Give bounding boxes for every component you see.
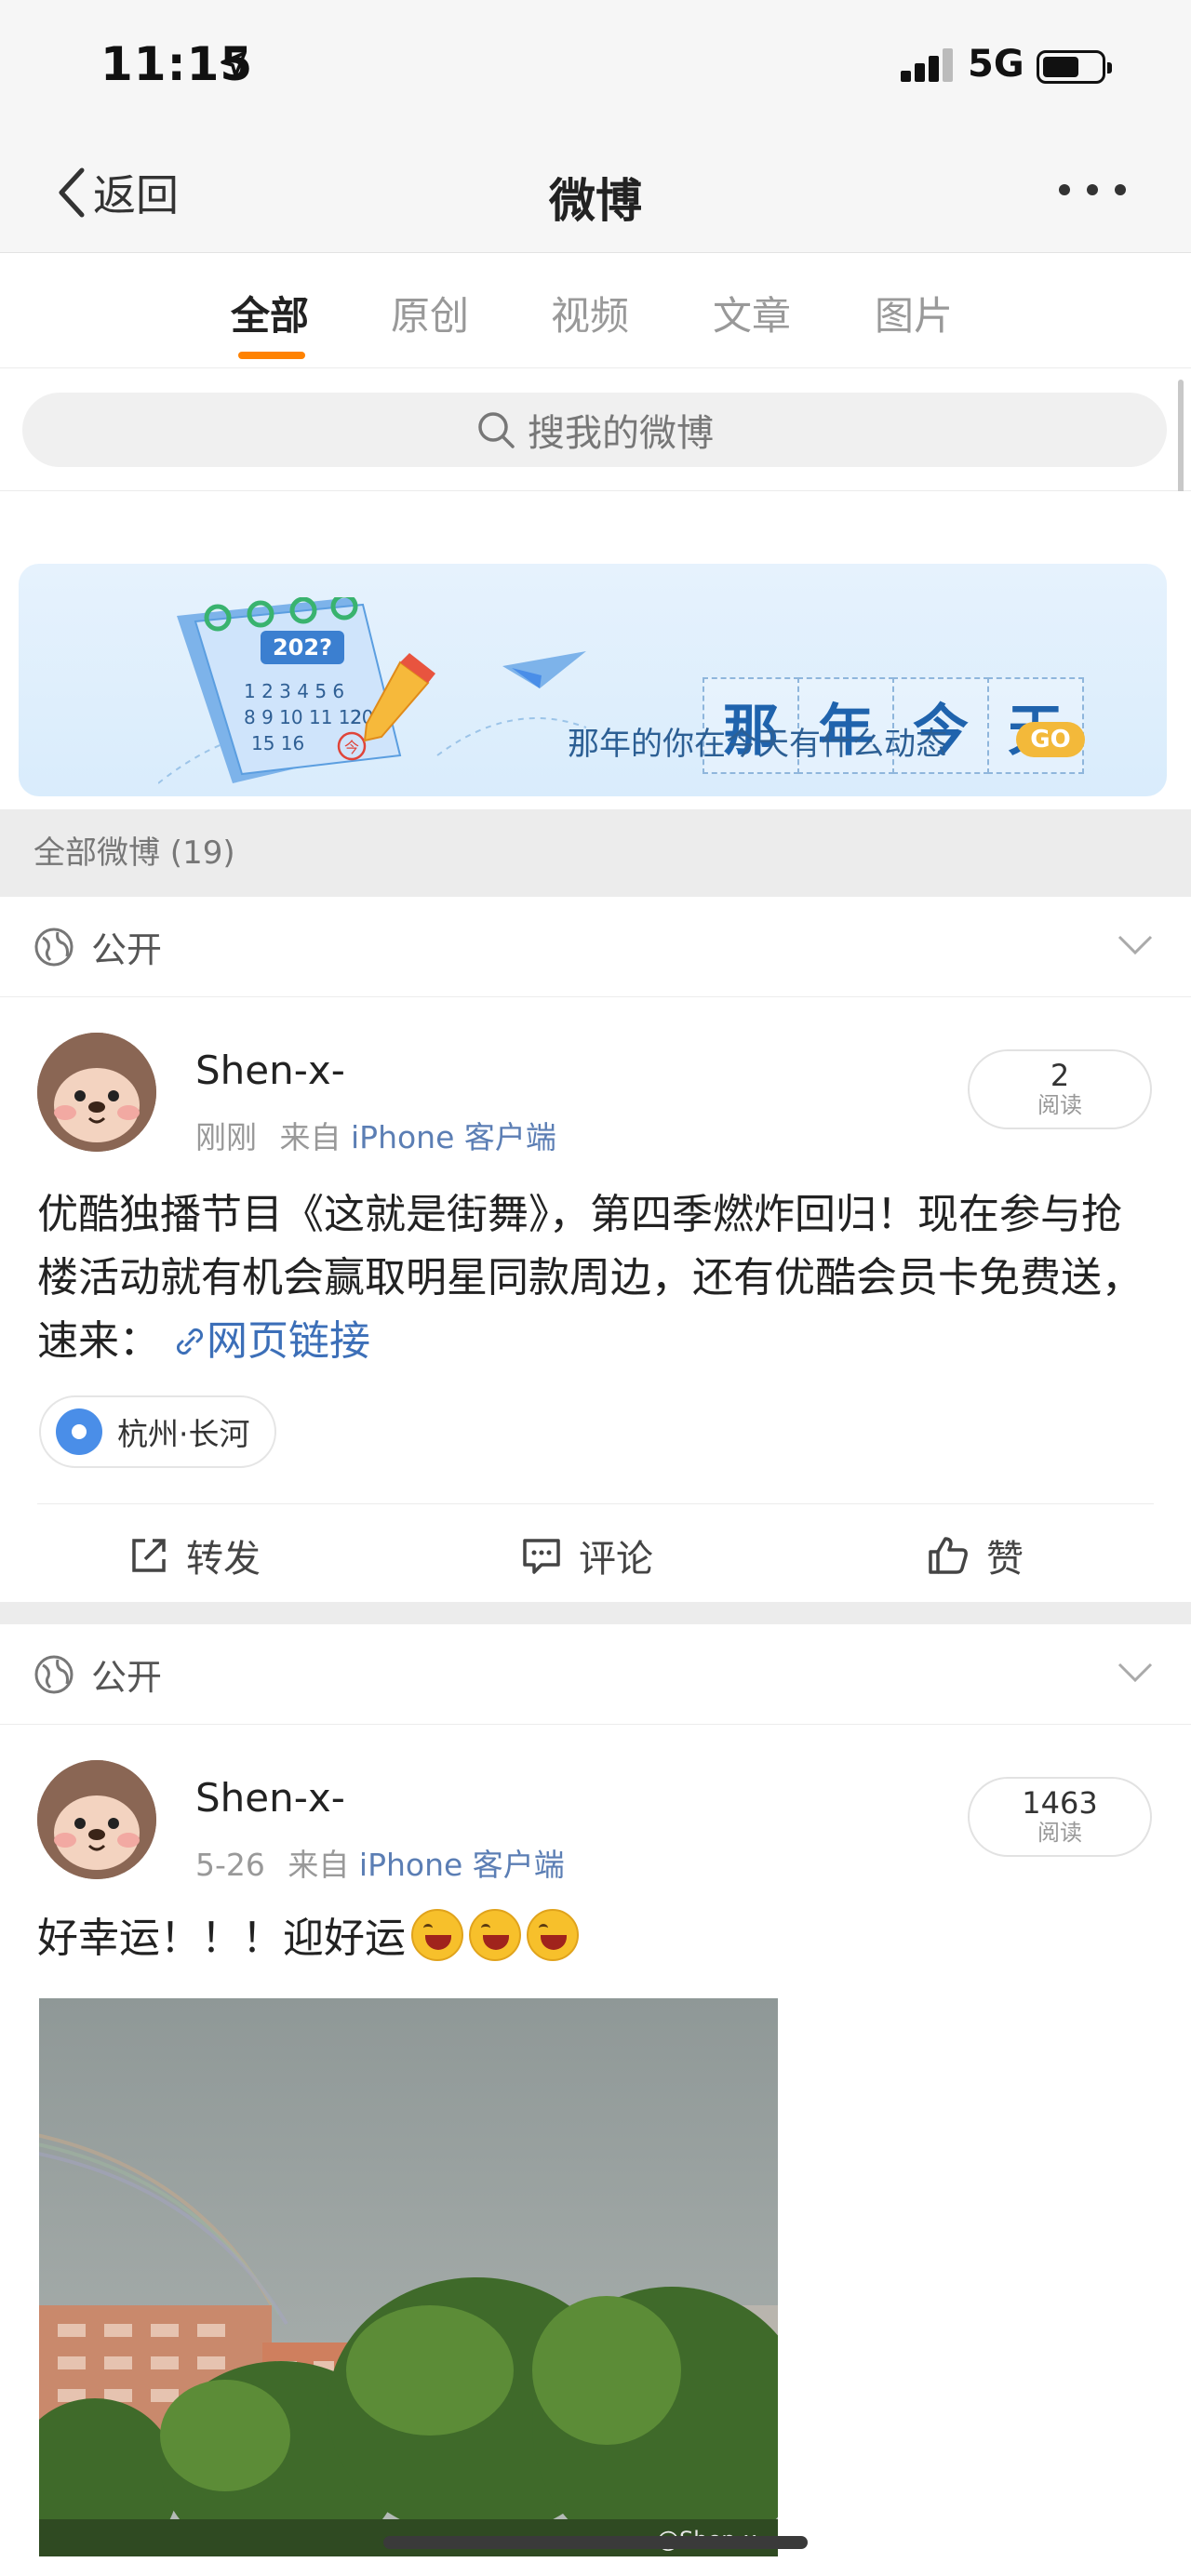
- go-button[interactable]: GO: [1016, 722, 1085, 757]
- location-arrow-icon: [221, 51, 247, 77]
- laughing-emoji-icon: [527, 1909, 579, 1961]
- location-tag[interactable]: 杭州·长河: [39, 1395, 276, 1468]
- read-label: 阅读: [1037, 1092, 1082, 1118]
- web-link-label: 网页链接: [207, 1317, 370, 1365]
- privacy-label: 公开: [91, 929, 163, 970]
- avatar-icon: [37, 1033, 156, 1152]
- cellular-signal-icon: [901, 48, 955, 82]
- repost-label: 转发: [186, 1538, 261, 1581]
- banner-subtitle: 那年的你在今天有什么动态: [568, 726, 947, 763]
- read-count: 1463: [1022, 1785, 1098, 1821]
- post-text: 好幸运！！！迎好运: [37, 1907, 1154, 1970]
- read-count-badge: 2 阅读: [968, 1049, 1152, 1129]
- location-pin-icon: [56, 1408, 102, 1455]
- page-title: 微博: [549, 174, 642, 228]
- tab-all[interactable]: 全部: [231, 285, 309, 341]
- post-time: 刚刚: [195, 1119, 257, 1155]
- web-link[interactable]: 网页链接: [173, 1317, 370, 1365]
- banner-section: 202? 1 2 3 4 5 6 8 9 10 11 12 15 16 20 今…: [0, 491, 1191, 809]
- username[interactable]: Shen-x-: [195, 1048, 345, 1093]
- privacy-row[interactable]: 公开: [0, 1624, 1191, 1725]
- thumbs-up-icon: [929, 1537, 968, 1574]
- avatar[interactable]: [37, 1033, 156, 1152]
- post-actions: 转发 评论 赞: [37, 1503, 1154, 1604]
- network-type: 5G: [968, 43, 1024, 86]
- weibo-post: Shen-x- 刚刚 来自 iPhone 客户端 2 阅读 优酷独播节目《这就是…: [0, 997, 1191, 1602]
- active-tab-indicator: [238, 352, 305, 359]
- battery-icon: [1037, 50, 1112, 84]
- comment-label: 评论: [579, 1538, 653, 1581]
- tab-image[interactable]: 图片: [875, 285, 953, 341]
- post-source[interactable]: iPhone 客户端: [351, 1119, 556, 1155]
- globe-icon: [34, 928, 74, 966]
- source-prefix: 来自: [288, 1847, 350, 1883]
- svg-text:1 2 3 4 5 6: 1 2 3 4 5 6: [244, 680, 344, 702]
- calendar-mark: 今: [344, 739, 359, 756]
- avatar[interactable]: [37, 1760, 156, 1879]
- tab-video[interactable]: 视频: [551, 285, 629, 341]
- read-count-badge: 1463 阅读: [968, 1777, 1152, 1857]
- link-icon: [176, 1328, 204, 1355]
- post-time: 5-26: [195, 1847, 265, 1883]
- calendar-year: 202?: [273, 634, 332, 661]
- search-input[interactable]: 搜我的微博: [22, 393, 1167, 467]
- section-header: 全部微博 (19): [0, 809, 1191, 897]
- post-photo[interactable]: [39, 1998, 778, 2556]
- comment-icon: [523, 1539, 560, 1574]
- like-button[interactable]: 赞: [927, 1528, 1024, 1582]
- username[interactable]: Shen-x-: [195, 1775, 345, 1821]
- chevron-down-icon[interactable]: [1117, 1662, 1154, 1684]
- chevron-down-icon[interactable]: [1117, 934, 1154, 956]
- repost-icon: [132, 1539, 166, 1572]
- more-options-button[interactable]: [1059, 184, 1126, 195]
- read-count: 2: [1050, 1058, 1070, 1093]
- tab-original[interactable]: 原创: [391, 285, 469, 341]
- post-meta: 刚刚 来自 iPhone 客户端: [195, 1113, 556, 1157]
- tab-article[interactable]: 文章: [713, 285, 791, 341]
- privacy-row[interactable]: 公开: [0, 897, 1191, 997]
- calendar-illustration-icon: 202? 1 2 3 4 5 6 8 9 10 11 12 15 16 20 今: [158, 597, 587, 784]
- search-icon: [478, 412, 515, 448]
- post-text: 优酷独播节目《这就是街舞》，第四季燃炸回归！现在参与抢楼活动就有机会赢取明星同款…: [37, 1183, 1154, 1373]
- home-indicator[interactable]: [383, 2536, 808, 2549]
- search-section: 搜我的微博: [0, 368, 1191, 491]
- rainbow-photo-image: [39, 1998, 778, 2556]
- like-label: 赞: [986, 1538, 1024, 1581]
- search-placeholder: 搜我的微博: [528, 412, 714, 455]
- svg-text:8 9 10 11 12: 8 9 10 11 12: [244, 706, 362, 728]
- filter-tabs: 全部 原创 视频 文章 图片: [0, 253, 1191, 368]
- post-source[interactable]: iPhone 客户端: [359, 1847, 565, 1883]
- post-meta: 5-26 来自 iPhone 客户端: [195, 1840, 565, 1885]
- source-prefix: 来自: [279, 1119, 341, 1155]
- repost-button[interactable]: 转发: [128, 1528, 261, 1582]
- laughing-emoji-icon: [469, 1909, 521, 1961]
- svg-text:15 16: 15 16: [251, 732, 304, 754]
- post-body: 好幸运！！！迎好运: [37, 1915, 406, 1962]
- location-label: 杭州·长河: [117, 1416, 250, 1452]
- status-bar: 11:15 5G: [0, 0, 1191, 130]
- navigation-bar: 返回 微博: [0, 130, 1191, 253]
- globe-icon: [34, 1655, 74, 1693]
- comment-button[interactable]: 评论: [521, 1528, 653, 1582]
- read-label: 阅读: [1037, 1820, 1082, 1846]
- privacy-label: 公开: [91, 1657, 163, 1698]
- post-divider: [0, 1602, 1191, 1624]
- laughing-emoji-icon: [411, 1909, 463, 1961]
- avatar-icon: [37, 1760, 156, 1879]
